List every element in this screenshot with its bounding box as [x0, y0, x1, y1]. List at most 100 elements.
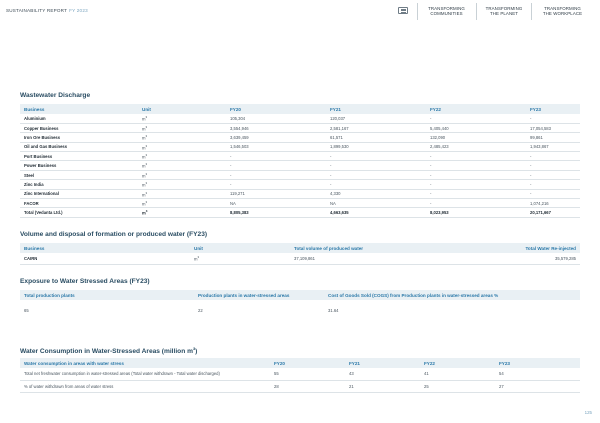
col-header: FY21	[326, 104, 426, 114]
stressed-areas-table: Total production plants Production plant…	[20, 290, 580, 320]
report-title-text: SUSTAINABILITY REPORT	[6, 8, 68, 13]
col-header: FY20	[226, 104, 326, 114]
col-header: FY20	[270, 358, 345, 368]
tab-line2: COMMUNITIES	[430, 10, 463, 16]
cell-plants-stressed: 22	[198, 307, 203, 313]
cell-fy22: -	[426, 179, 526, 190]
cell-unit: m3	[190, 253, 290, 265]
cell-fy23: -	[526, 114, 580, 124]
col-header: Business	[20, 104, 138, 114]
cell-fy23: -	[526, 189, 580, 200]
cell-fy20: NA	[226, 198, 326, 209]
cell-cogs-pct: 31.64	[328, 307, 339, 313]
consumption-title: Water Consumption in Water-Stressed Area…	[20, 346, 197, 355]
tab-transforming-communities[interactable]: TRANSFORMING COMMUNITIES	[417, 3, 475, 20]
cell-fy20: -	[226, 151, 326, 162]
cell-fy20: -	[226, 179, 326, 190]
col-header: Production plants in water-stressed area…	[194, 290, 324, 300]
cell-fy23: 1,074,216	[526, 198, 580, 209]
page-header: SUSTAINABILITY REPORT FY 2023 TRANSFORMIN…	[0, 0, 600, 22]
cell-fy21: NA	[326, 198, 426, 209]
wastewater-title: Wastewater Discharge	[20, 92, 91, 99]
report-title: SUSTAINABILITY REPORT FY 2023	[6, 8, 88, 13]
cell-unit: m3	[138, 132, 226, 143]
tab-transforming-the-planet[interactable]: TRANSFORMING THE PLANET	[476, 3, 531, 20]
table-row: Power Business m3- - - -	[20, 160, 580, 171]
cell-fy20: 3,554,946	[226, 123, 326, 134]
col-header: Water consumption in areas with water st…	[20, 358, 270, 368]
table-header-row: Business Unit FY20 FY21 FY22 FY23	[20, 104, 580, 114]
cell-fy22: -	[426, 189, 526, 200]
cell-fy22: -	[426, 170, 526, 181]
cell-total-plants: 65	[24, 307, 29, 313]
cell-business: CAIRN	[20, 253, 190, 265]
cell-fy23: 1,943,867	[526, 142, 580, 153]
cell-unit: m3	[138, 207, 226, 218]
cell-unit: m3	[138, 189, 226, 200]
cell-fy23: -	[526, 179, 580, 190]
cell-fy23: -	[526, 160, 580, 171]
cell-fy21: 43	[345, 368, 420, 381]
col-header: Unit	[190, 243, 290, 253]
cell-fy21: -	[326, 160, 426, 171]
table-header-row: Business Unit Total volume of produced w…	[20, 243, 580, 253]
cell-business: Zinc India	[20, 179, 138, 190]
cell-fy21: 21	[345, 380, 420, 393]
menu-icon[interactable]	[398, 7, 408, 14]
cell-fy22: -	[426, 198, 526, 209]
cell-business: Oil and Gas Business	[20, 142, 138, 153]
cell-business: Total (Vedanta Ltd.)	[20, 207, 138, 218]
cell-fy22: 132,090	[426, 132, 526, 143]
tab-transforming-the-workplace[interactable]: TRANSFORMING THE WORKPLACE	[531, 3, 593, 20]
cell-unit: m3	[138, 179, 226, 190]
cell-fy21: 120,037	[326, 114, 426, 124]
cell-fy20: -	[226, 160, 326, 171]
cell-reinjected: 35,579,285	[440, 253, 580, 265]
cell-fy22: 2,485,423	[426, 142, 526, 153]
cell-fy22: 41	[420, 368, 495, 381]
tab-line2: THE WORKPLACE	[542, 10, 583, 16]
cell-fy22: 25	[420, 380, 495, 393]
cell-unit: m3	[138, 142, 226, 153]
table-row: Oil and Gas Business m3 1,546,503 1,899,530…	[20, 142, 580, 153]
cell-business: Aluminium	[20, 114, 138, 124]
cell-fy21: -	[326, 151, 426, 162]
col-header: FY23	[495, 358, 580, 368]
cell-total-volume: 37,109,861	[290, 253, 440, 265]
tab-line2: THE PLANET	[489, 10, 519, 16]
cell-business: Zinc International	[20, 189, 138, 200]
cell-unit: m3	[138, 151, 226, 162]
col-header: Total volume of produced water	[290, 243, 440, 253]
table-row: Steel m3- - - -	[20, 170, 580, 181]
col-header: FY22	[426, 104, 526, 114]
cell-fy21: 61,571	[326, 132, 426, 143]
cell-business: Port Business	[20, 151, 138, 162]
table-row: Iron Ore Business m3 3,639,459 61,571 132,09…	[20, 132, 580, 143]
report-year: FY 2023	[69, 8, 88, 13]
cell-fy23: -	[526, 170, 580, 181]
col-header: Total production plants	[20, 290, 194, 300]
table-row: FACOR m3 NA NA -1,074,216	[20, 198, 580, 209]
cell-business: Iron Ore Business	[20, 132, 138, 143]
table-row: % of water withdrawn from areas of water…	[20, 380, 580, 393]
cell-fy20: 28	[270, 380, 345, 393]
cell-fy20: 1,546,503	[226, 142, 326, 153]
produced-water-title: Volume and disposal of formation or prod…	[20, 231, 208, 238]
col-header: FY22	[420, 358, 495, 368]
table-header-row: Total production plants Production plant…	[20, 290, 580, 300]
cell-fy22: 5,405,440	[426, 123, 526, 134]
cell-fy23: 27	[495, 380, 580, 393]
col-header: Unit	[138, 104, 226, 114]
cell-fy23: 17,054,583	[526, 123, 580, 134]
consumption-title-text: Water Consumption in Water-Stressed Area…	[20, 348, 193, 356]
table-row: CAIRN m3 37,109,861 35,579,285	[20, 253, 580, 265]
cell-fy20: -	[226, 170, 326, 181]
cell-fy23: 54	[495, 368, 580, 381]
cell-fy20: 119,271	[226, 189, 326, 200]
cell-label: % of water withdrawn from areas of water…	[20, 380, 270, 393]
consumption-title-end: )	[195, 348, 198, 356]
cell-fy21: -	[326, 170, 426, 181]
cell-label: Total net freshwater consumption in wate…	[20, 368, 270, 381]
cell-fy22: 8,023,953	[426, 207, 526, 218]
table-row: Aluminium m3 105,304 120,037- -	[20, 114, 580, 124]
